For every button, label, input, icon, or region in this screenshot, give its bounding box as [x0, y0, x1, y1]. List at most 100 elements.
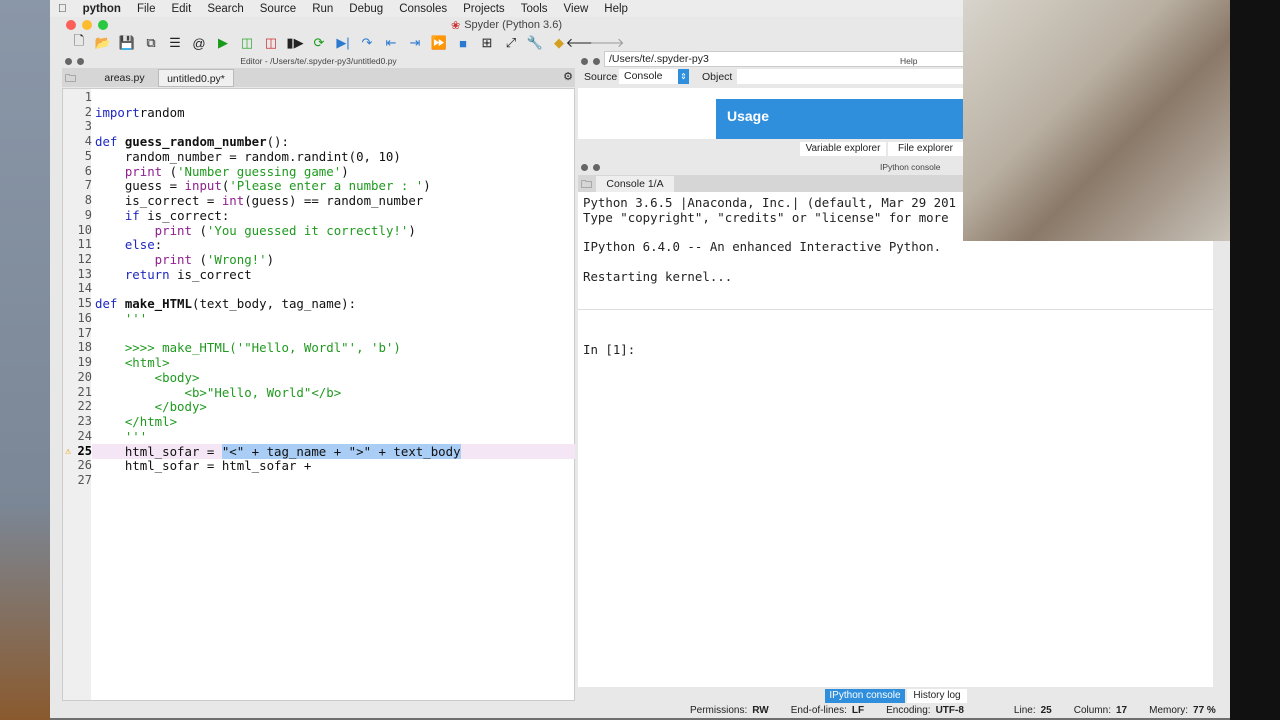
menu-edit[interactable]: Edit	[163, 3, 199, 15]
save-icon[interactable]: 💾	[118, 35, 136, 51]
menu-bar:  python File Edit Search Source Run Deb…	[50, 0, 965, 17]
code-token: <body>	[95, 369, 200, 385]
save-all-icon[interactable]: ⧉	[142, 35, 160, 51]
code-token: print	[95, 163, 163, 179]
line-number: 4	[84, 134, 92, 149]
tab-areas-py[interactable]: areas.py	[87, 69, 162, 87]
close-pane-icon[interactable]	[581, 58, 588, 65]
permissions-status: Permissions: RW	[690, 705, 769, 716]
close-pane-icon[interactable]	[581, 164, 588, 171]
line-number: 8	[84, 193, 92, 208]
code-token: random	[139, 104, 185, 120]
maximize-pane-icon[interactable]: ⊞	[478, 35, 496, 51]
menu-debug[interactable]: Debug	[341, 3, 391, 15]
code-token: :	[154, 237, 163, 253]
open-folder-icon[interactable]: 📂	[94, 35, 112, 51]
object-input[interactable]	[737, 69, 963, 84]
code-token: print	[95, 252, 192, 268]
apple-icon[interactable]: 	[50, 3, 75, 15]
menu-search[interactable]: Search	[199, 3, 251, 15]
new-file-icon[interactable]: 🗋	[70, 33, 88, 51]
run-cell-icon[interactable]: ◫	[238, 35, 256, 51]
help-title: Help	[900, 56, 918, 66]
code-line: guess = input('Please enter a number : '…	[95, 178, 431, 193]
line-number: 11	[77, 237, 92, 252]
code-token: </html>	[95, 414, 178, 430]
warning-icon[interactable]: ⚠	[65, 444, 71, 459]
code-line: def make_HTML(text_body, tag_name):	[95, 296, 356, 311]
close-window-button[interactable]	[66, 20, 76, 30]
tab-untitled0-py[interactable]: untitled0.py*	[158, 69, 234, 87]
editor-title: Editor - /Users/te/.spyder-py3/untitled0…	[240, 56, 397, 66]
run-selection-icon[interactable]: ▮▶	[286, 35, 304, 51]
debug-icon[interactable]: ▶|	[334, 35, 352, 51]
line-number: 24	[77, 428, 92, 443]
code-token: print	[95, 222, 192, 238]
menu-view[interactable]: View	[556, 3, 597, 15]
console-title: IPython console	[880, 162, 941, 172]
continue-icon[interactable]: ⏩	[430, 35, 448, 51]
step-return-icon[interactable]: ⇥	[406, 35, 424, 51]
gear-icon[interactable]: ⚙	[563, 70, 573, 83]
rerun-icon[interactable]: ⟳	[310, 35, 328, 51]
tab-ipython-console[interactable]: IPython console	[825, 689, 905, 703]
line-number: 16	[77, 310, 92, 325]
tab-file-explorer[interactable]: File explorer	[888, 142, 963, 156]
window-title: Spyder (Python 3.6)	[464, 19, 563, 31]
undock-pane-icon[interactable]	[593, 164, 600, 171]
menu-run[interactable]: Run	[304, 3, 341, 15]
code-line: '''	[95, 311, 147, 326]
source-label: Source	[584, 71, 618, 83]
browse-tabs-icon[interactable]: 🗀	[65, 70, 76, 89]
tab-variable-explorer[interactable]: Variable explorer	[800, 142, 886, 156]
step-icon[interactable]: ↷	[358, 35, 376, 51]
line-number: 27	[77, 472, 92, 487]
menu-consoles[interactable]: Consoles	[391, 3, 455, 15]
forward-arrow-icon[interactable]: 🡒	[590, 35, 625, 51]
fullscreen-icon[interactable]: ⤢	[502, 35, 520, 51]
source-select[interactable]: Console ⇕	[619, 69, 689, 84]
at-icon[interactable]: @	[190, 35, 208, 51]
code-token: return	[95, 266, 170, 282]
code-token: <b>"Hello, World"</b>	[95, 384, 342, 400]
close-pane-icon[interactable]	[65, 58, 72, 65]
menu-projects[interactable]: Projects	[455, 3, 513, 15]
console-divider	[578, 309, 1213, 310]
code-line: '''	[95, 429, 147, 444]
status-bar: Permissions: RW End-of-lines: LF Encoding:…	[50, 703, 1230, 718]
undock-pane-icon[interactable]	[77, 58, 84, 65]
run-cell-advance-icon[interactable]: ◫	[262, 35, 280, 51]
code-token: guess_random_number	[124, 134, 267, 150]
minimize-window-button[interactable]	[82, 20, 92, 30]
undock-pane-icon[interactable]	[593, 58, 600, 65]
object-label: Object	[702, 71, 733, 83]
code-token: html_sofar = html_sofar +	[95, 458, 312, 474]
code-line: return is_correct	[95, 267, 252, 282]
spyder-icon: ❀	[450, 19, 461, 32]
tab-console-1a[interactable]: Console 1/A	[596, 176, 674, 192]
code-token: (	[162, 163, 178, 179]
code-token: )	[423, 178, 431, 194]
tab-history-log[interactable]: History log	[907, 689, 967, 703]
menu-help[interactable]: Help	[596, 3, 636, 15]
line-number: 17	[77, 325, 92, 340]
line-number: 22	[77, 399, 92, 414]
run-icon[interactable]: ▶	[214, 35, 232, 51]
list-icon[interactable]: ☰	[166, 35, 184, 51]
desktop-background	[0, 0, 50, 720]
wrench-icon[interactable]: 🔧	[526, 35, 544, 51]
code-token: )	[341, 163, 349, 179]
menu-file[interactable]: File	[129, 3, 164, 15]
menu-source[interactable]: Source	[252, 3, 304, 15]
code-line: importrandom	[95, 105, 185, 120]
menu-app[interactable]: python	[75, 3, 129, 15]
code-token: is_correct =	[95, 193, 222, 209]
step-into-icon[interactable]: ⇤	[382, 35, 400, 51]
code-editor[interactable]: 1 2 3 4 5 6 7 8 9 10 11 12 13 14 15 16 17 18 19 20 21 22 23 24 2…	[62, 88, 575, 701]
zoom-window-button[interactable]	[98, 20, 108, 30]
menu-tools[interactable]: Tools	[513, 3, 556, 15]
stop-icon[interactable]: ■	[454, 35, 472, 51]
console-output[interactable]: Python 3.6.5 |Anaconda, Inc.| (default, …	[578, 192, 1213, 687]
code-token: if	[95, 207, 140, 223]
editor-tabs: 🗀 areas.py untitled0.py* ⚙	[62, 68, 575, 87]
